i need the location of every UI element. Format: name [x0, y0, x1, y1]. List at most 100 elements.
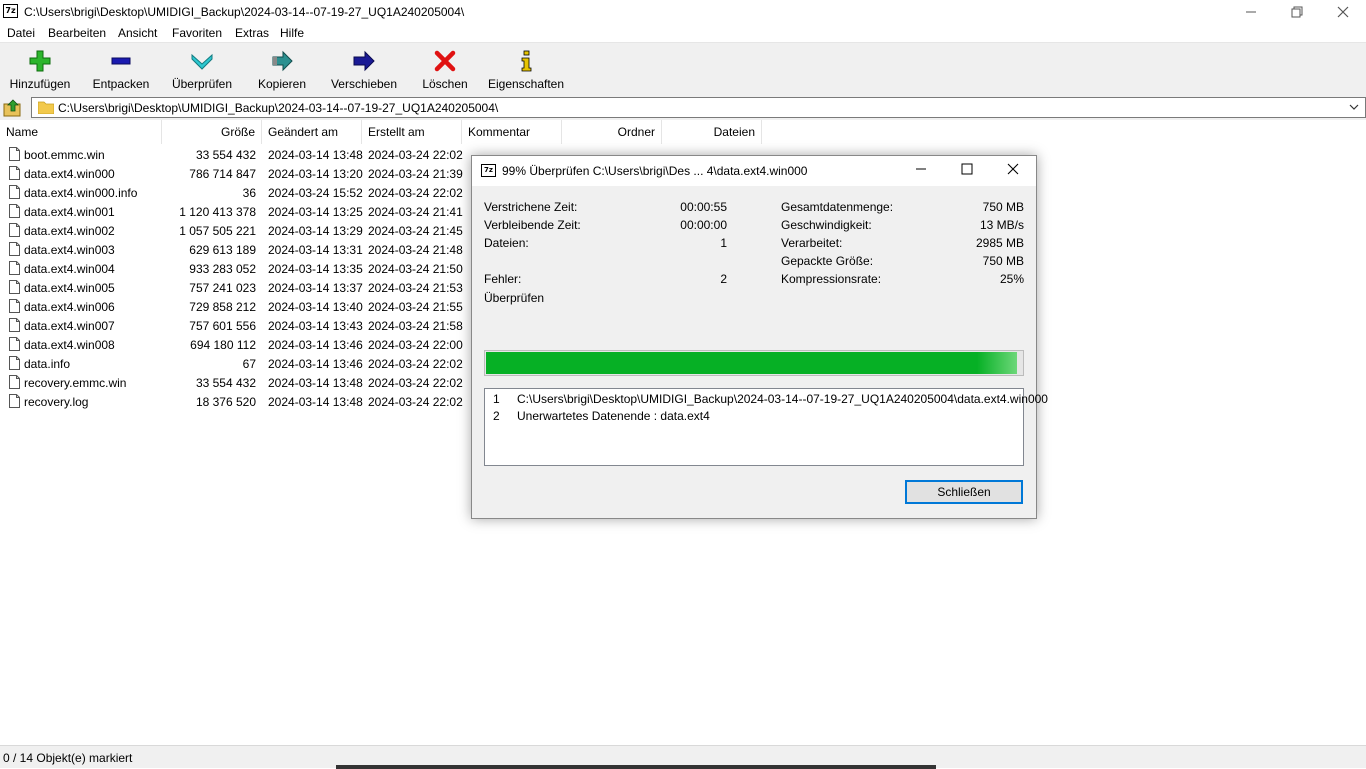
dialog-close-button[interactable] [990, 156, 1036, 186]
file-row[interactable]: recovery.emmc.win 33 554 432 2024-03-14 13… [0, 373, 470, 392]
file-row[interactable]: data.ext4.win000 786 714 847 2024-03-14 13… [0, 164, 470, 183]
file-created: 2024-03-24 21:45 [368, 224, 463, 238]
dialog-title-bar: 7z 99% Überprüfen C:\Users\brigi\Des ...… [472, 156, 1036, 186]
file-row[interactable]: data.info 67 2024-03-14 13:46 2024-03-24 22… [0, 354, 470, 373]
file-size: 67 [242, 357, 256, 371]
elapsed-time-label: Verstrichene Zeit: [484, 200, 578, 214]
file-created: 2024-03-24 22:02 [368, 395, 463, 409]
message-number: 1 [493, 392, 500, 406]
close-window-button[interactable] [1320, 0, 1366, 24]
file-name: data.ext4.win005 [24, 281, 115, 295]
minimize-icon [1246, 11, 1256, 13]
file-name: data.ext4.win003 [24, 243, 115, 257]
dialog-maximize-button[interactable] [944, 156, 990, 186]
column-created[interactable]: Erstellt am [362, 120, 462, 144]
file-row[interactable]: data.ext4.win002 1 057 505 221 2024-03-14 … [0, 221, 470, 240]
file-size: 729 858 212 [189, 300, 256, 314]
menu-extras[interactable]: Extras [235, 26, 269, 40]
message-row: 2 Unerwartetes Datenende : data.ext4 [485, 409, 1023, 426]
file-icon [9, 394, 20, 408]
info-icon [521, 50, 532, 72]
column-files[interactable]: Dateien [662, 120, 762, 144]
menu-bar: Datei Bearbeiten Ansicht Favoriten Extra… [0, 24, 1366, 43]
file-name: data.ext4.win002 [24, 224, 115, 238]
7zip-app-icon: 7z [3, 4, 18, 18]
address-input[interactable]: C:\Users\brigi\Desktop\UMIDIGI_Backup\20… [31, 97, 1366, 118]
file-size: 33 554 432 [195, 376, 256, 390]
file-size: 1 120 413 378 [179, 205, 256, 219]
file-size: 933 283 052 [189, 262, 256, 276]
toolbar: Hinzufügen Entpacken Überprüfen Kopieren… [0, 43, 1366, 95]
file-created: 2024-03-24 22:02 [368, 357, 463, 371]
file-row[interactable]: boot.emmc.win 33 554 432 2024-03-14 13:48 2… [0, 145, 470, 164]
file-name: data.ext4.win000.info [24, 186, 138, 200]
file-row[interactable]: recovery.log 18 376 520 2024-03-14 13:48 20… [0, 392, 470, 411]
copy-button[interactable]: Kopieren [252, 47, 312, 93]
file-size: 1 057 505 221 [179, 224, 256, 238]
move-button[interactable]: Verschieben [328, 47, 400, 93]
file-row[interactable]: data.ext4.win006 729 858 212 2024-03-14 13… [0, 297, 470, 316]
column-comment[interactable]: Kommentar [462, 120, 562, 144]
file-row[interactable]: data.ext4.win005 757 241 023 2024-03-14 13… [0, 278, 470, 297]
total-size-label: Gesamtdatenmenge: [781, 200, 894, 214]
menu-datei[interactable]: Datei [7, 26, 35, 40]
file-icon [9, 204, 20, 218]
elapsed-time-value: 00:00:55 [680, 200, 727, 214]
file-modified: 2024-03-14 13:37 [268, 281, 363, 295]
dialog-minimize-button[interactable] [898, 156, 944, 186]
menu-bearbeiten[interactable]: Bearbeiten [48, 26, 106, 40]
column-modified[interactable]: Geändert am [262, 120, 362, 144]
add-button[interactable]: Hinzufügen [4, 47, 76, 93]
dialog-title: 99% Überprüfen C:\Users\brigi\Des ... 4\… [502, 164, 808, 178]
up-folder-button[interactable] [3, 98, 23, 118]
file-row[interactable]: data.ext4.win003 629 613 189 2024-03-14 13… [0, 240, 470, 259]
file-row[interactable]: data.ext4.win007 757 601 556 2024-03-14 13… [0, 316, 470, 335]
minus-icon [111, 57, 131, 65]
window-title: C:\Users\brigi\Desktop\UMIDIGI_Backup\20… [24, 5, 465, 19]
restore-button[interactable] [1274, 0, 1320, 24]
column-folders[interactable]: Ordner [562, 120, 662, 144]
speed-value: 13 MB/s [979, 218, 1024, 232]
file-row[interactable]: data.ext4.win008 694 180 112 2024-03-14 13… [0, 335, 470, 354]
file-modified: 2024-03-14 13:40 [268, 300, 363, 314]
menu-hilfe[interactable]: Hilfe [280, 26, 304, 40]
file-icon [9, 299, 20, 313]
errors-label: Fehler: [484, 272, 522, 286]
minimize-button[interactable] [1228, 0, 1274, 24]
chevron-down-icon[interactable] [1347, 99, 1361, 115]
file-icon [9, 223, 20, 237]
message-list[interactable]: 1 C:\Users\brigi\Desktop\UMIDIGI_Backup\… [484, 388, 1048, 466]
file-modified: 2024-03-14 13:25 [268, 205, 363, 219]
file-modified: 2024-03-24 15:52 [268, 186, 363, 200]
test-button[interactable]: Überprüfen [168, 47, 236, 93]
add-button-label: Hinzufügen [9, 77, 71, 91]
menu-ansicht[interactable]: Ansicht [118, 26, 157, 40]
file-row[interactable]: data.ext4.win000.info 36 2024-03-24 15:52 2… [0, 183, 470, 202]
message-text: C:\Users\brigi\Desktop\UMIDIGI_Backup\20… [517, 392, 1048, 406]
close-icon [1007, 163, 1019, 175]
file-name: data.ext4.win008 [24, 338, 115, 352]
operation-label: Überprüfen [484, 291, 545, 305]
menu-favoriten[interactable]: Favoriten [172, 26, 222, 40]
compression-ratio-value: 25% [999, 272, 1024, 286]
file-row[interactable]: data.ext4.win001 1 120 413 378 2024-03-14 … [0, 202, 470, 221]
file-icon [9, 337, 20, 351]
progress-glow [977, 352, 1017, 374]
extract-button[interactable]: Entpacken [88, 47, 154, 93]
file-modified: 2024-03-14 13:48 [268, 395, 363, 409]
folder-icon [38, 101, 54, 114]
column-size[interactable]: Größe [162, 120, 262, 144]
file-icon [9, 356, 20, 370]
delete-button[interactable]: Löschen [416, 47, 474, 93]
column-name[interactable]: Name [0, 120, 162, 144]
file-icon [9, 375, 20, 389]
minimize-icon [916, 168, 926, 170]
file-created: 2024-03-24 22:02 [368, 376, 463, 390]
close-dialog-button[interactable]: Schließen [905, 480, 1023, 504]
file-row[interactable]: data.ext4.win004 933 283 052 2024-03-14 13… [0, 259, 470, 278]
properties-button[interactable]: Eigenschaften [486, 47, 566, 93]
file-created: 2024-03-24 21:41 [368, 205, 463, 219]
test-button-label: Überprüfen [171, 77, 233, 91]
file-icon [9, 318, 20, 332]
file-created: 2024-03-24 22:02 [368, 148, 463, 162]
